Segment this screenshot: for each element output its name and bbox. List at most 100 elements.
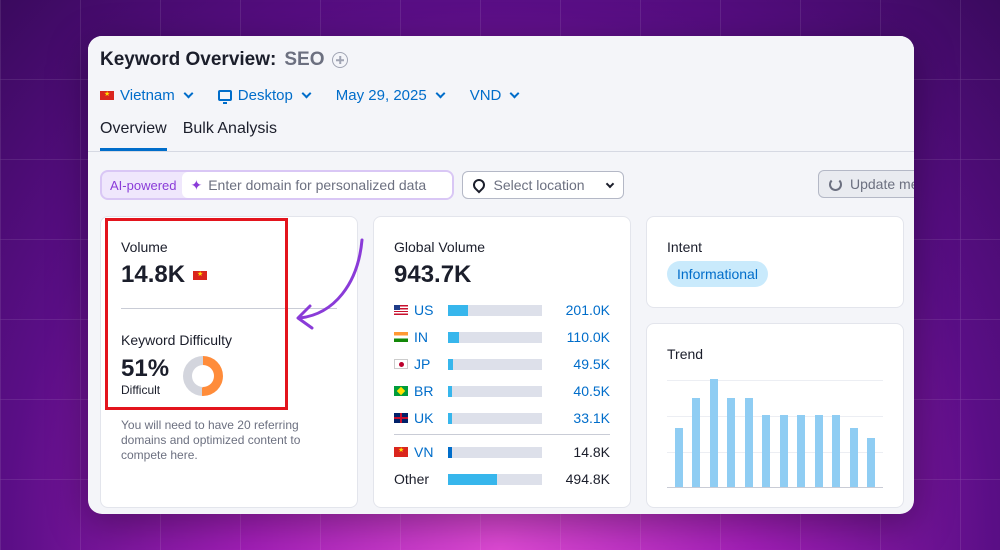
device-filter[interactable]: Desktop [217,86,312,104]
volume-bar-fill [448,358,453,370]
trend-bar [744,398,753,487]
intent-card: Intent Informational [646,216,904,308]
header: Keyword Overview: SEO Vietnam Desktop Ma… [88,36,914,152]
tab-bulk-analysis[interactable]: Bulk Analysis [183,120,277,151]
trend-bar [867,438,875,487]
currency-filter[interactable]: VND [469,86,520,104]
volume-bar [448,473,542,485]
country-volume: 40.5K [573,383,610,399]
tabs: Overview Bulk Analysis [100,120,277,151]
volume-bar [448,304,542,316]
country-volume: 494.8K [565,471,610,487]
trend-bar [675,427,683,487]
country-volume: 14.8K [573,444,610,460]
country-volume: 110.0K [566,329,610,345]
other-label: Other [394,471,430,487]
country-code: UK [414,410,434,426]
country-row-in[interactable]: IN 110.0K [394,328,610,346]
country-filter[interactable]: Vietnam [100,86,194,104]
trend-bar [849,427,858,487]
volume-bar [448,385,542,397]
location-select[interactable]: Select location [462,171,625,199]
sparkle-icon: ✦ [190,176,203,193]
chevron-down-icon [301,88,312,98]
desktop-icon [217,89,232,104]
ai-domain-box: AI-powered ✦ Enter domain for personaliz… [100,170,455,200]
volume-bar [448,412,542,424]
title-row: Keyword Overview: SEO [100,46,902,74]
intent-badge[interactable]: Informational [667,261,768,287]
app-window: Keyword Overview: SEO Vietnam Desktop Ma… [88,36,914,514]
trend-bar [727,398,736,487]
tab-overview[interactable]: Overview [100,120,167,151]
page-title: Keyword Overview: [100,49,277,70]
chevron-down-icon [183,88,194,98]
vietnam-flag-icon [100,90,114,100]
domain-input-placeholder: Enter domain for personalized data [208,177,427,193]
highlight-box [105,218,288,410]
country-row-uk[interactable]: UK 33.1K [394,409,610,427]
toolbar: AI-powered ✦ Enter domain for personaliz… [100,170,914,200]
country-code: BR [414,383,434,399]
global-volume-value: 943.7K [394,261,472,288]
trend-bar [832,414,841,487]
add-keyword-icon[interactable] [332,52,349,68]
country-row-jp[interactable]: JP 49.5K [394,355,610,373]
brazil-flag-icon [394,386,408,396]
country-row-vn: VN 14.8K [394,443,610,461]
trend-bar [762,414,771,487]
update-metrics-button[interactable]: Update me [818,170,914,198]
volume-bar [448,331,542,343]
trend-bar [797,414,806,487]
trend-bar [779,414,788,487]
country-filter-label: Vietnam [120,86,175,104]
global-volume-card: Global Volume 943.7K US 201.0K IN 110.0K… [373,216,631,508]
filters: Vietnam Desktop May 29, 2025 VND [100,84,902,106]
volume-bar-fill [448,412,452,424]
country-volume: 49.5K [573,356,610,372]
refresh-icon [829,177,842,191]
intent-label: Intent [667,239,703,255]
country-code: IN [414,329,428,345]
country-volume: 201.0K [565,302,610,318]
country-row-br[interactable]: BR 40.5K [394,382,610,400]
trend-chart [667,379,883,488]
trend-label: Trend [667,346,704,362]
ai-powered-label: AI-powered [110,177,177,193]
country-code: JP [414,356,431,372]
date-filter[interactable]: May 29, 2025 [335,86,446,104]
volume-bar-fill [448,473,498,485]
country-row-other: Other 494.8K [394,470,610,488]
global-volume-label: Global Volume [394,239,486,255]
india-flag-icon [394,332,408,342]
volume-bar-fill [448,331,459,343]
volume-bar [448,446,542,458]
japan-flag-icon [394,359,408,369]
country-code: US [414,302,434,318]
country-row-us[interactable]: US 201.0K [394,301,610,319]
pointer-arrow [296,238,364,330]
volume-bar [448,358,542,370]
currency-filter-label: VND [469,86,502,104]
trend-bar [814,414,823,487]
chevron-down-icon [435,88,446,98]
country-volume: 33.1K [573,410,610,426]
volume-bar-fill [448,446,452,458]
keyword-title: SEO [284,49,325,70]
domain-input[interactable]: ✦ Enter domain for personalized data [182,172,453,198]
kd-description: You will need to have 20 referring domai… [121,418,301,462]
location-select-placeholder: Select location [493,177,585,193]
trend-bar [709,379,718,487]
trend-bar [692,398,701,487]
intent-badge-wrap: Informational [667,261,768,287]
chevron-down-icon [606,179,615,188]
divider [394,434,610,435]
volume-bar-fill [448,304,469,316]
device-filter-label: Desktop [237,86,293,104]
update-button-label: Update me [850,176,914,192]
uk-flag-icon [394,413,408,423]
country-code: VN [414,444,434,460]
volume-bar-fill [448,385,453,397]
us-flag-icon [394,305,408,315]
date-filter-label: May 29, 2025 [335,86,427,104]
